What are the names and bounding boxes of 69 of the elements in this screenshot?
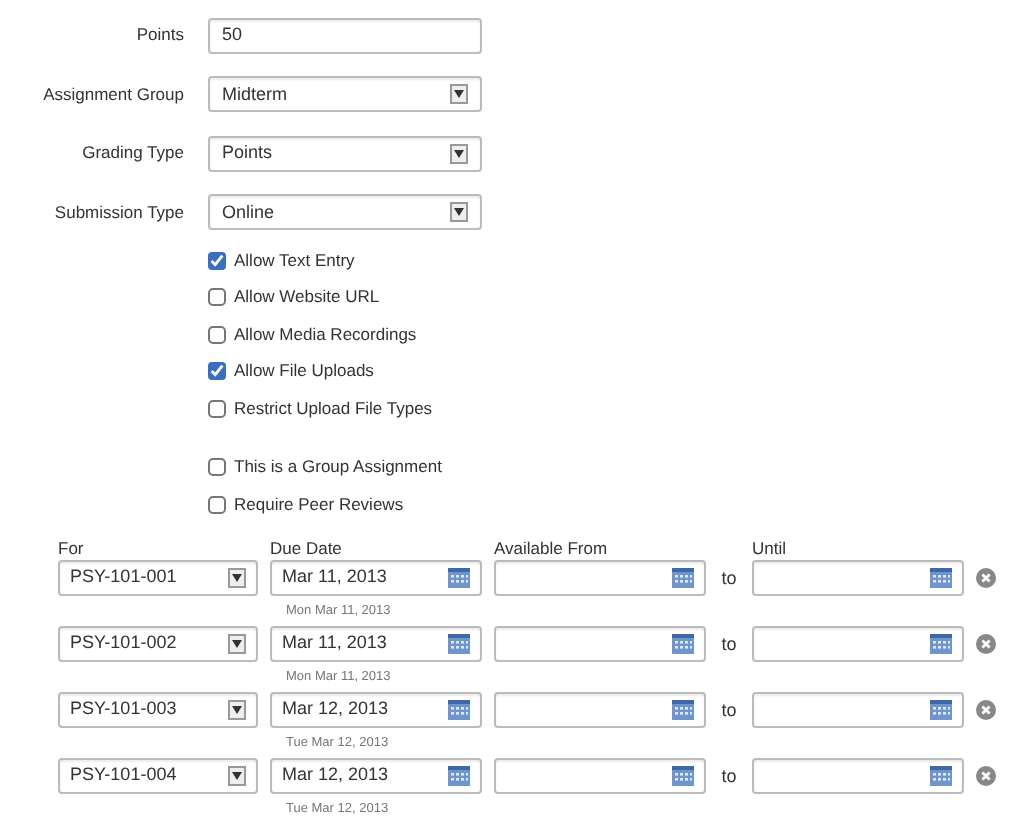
date-field[interactable] xyxy=(752,691,964,727)
dropdown[interactable]: Midterm xyxy=(208,76,482,113)
checkbox[interactable] xyxy=(208,362,226,381)
calendar-icon[interactable] xyxy=(448,765,470,785)
range-separator: to xyxy=(719,565,739,591)
calendar-icon[interactable] xyxy=(930,699,952,719)
field-label: Grading Type xyxy=(80,140,184,167)
date-field[interactable] xyxy=(494,559,706,595)
dropdown-arrow-icon[interactable] xyxy=(450,143,468,164)
column-header: Due Date xyxy=(270,537,342,557)
checkbox[interactable] xyxy=(208,399,226,418)
column-header: Available From xyxy=(494,537,608,557)
date-field[interactable]: Mar 11, 2013 xyxy=(270,559,482,595)
range-separator: to xyxy=(719,697,739,723)
checkbox[interactable] xyxy=(208,288,226,307)
calendar-icon[interactable] xyxy=(448,567,470,587)
checkbox-label: This is a Group Assignment xyxy=(234,454,442,481)
checkbox[interactable] xyxy=(208,495,226,514)
remove-icon[interactable] xyxy=(976,765,996,785)
checkbox[interactable] xyxy=(208,458,226,477)
date-field[interactable]: Mar 11, 2013 xyxy=(270,625,482,661)
dropdown[interactable]: Points xyxy=(208,135,482,172)
date-field[interactable]: Mar 12, 2013 xyxy=(270,691,482,727)
range-separator: to xyxy=(719,763,739,789)
calendar-icon[interactable] xyxy=(930,633,952,653)
calendar-icon[interactable] xyxy=(448,699,470,719)
checkbox-label: Allow Text Entry xyxy=(234,247,355,274)
checkbox-label: Allow File Uploads xyxy=(234,358,374,385)
remove-icon[interactable] xyxy=(976,699,996,719)
checkbox[interactable] xyxy=(208,251,226,270)
field-label: Points xyxy=(134,22,184,49)
dropdown-arrow-icon[interactable] xyxy=(450,84,468,105)
column-header: For xyxy=(58,537,84,557)
calendar-icon[interactable] xyxy=(672,567,694,587)
date-field[interactable] xyxy=(752,757,964,793)
section-dropdown[interactable]: PSY-101-002 xyxy=(58,625,258,661)
dropdown-arrow-icon[interactable] xyxy=(228,699,246,719)
dropdown-arrow-icon[interactable] xyxy=(228,633,246,653)
text-field[interactable]: 50 xyxy=(208,17,482,54)
range-separator: to xyxy=(719,631,739,657)
checkbox[interactable] xyxy=(208,325,226,344)
calendar-icon[interactable] xyxy=(448,633,470,653)
date-field[interactable] xyxy=(752,625,964,661)
date-field[interactable]: Mar 12, 2013 xyxy=(270,757,482,793)
calendar-icon[interactable] xyxy=(672,633,694,653)
dropdown-arrow-icon[interactable] xyxy=(228,567,246,587)
field-label: Submission Type xyxy=(52,199,184,226)
dropdown-arrow-icon[interactable] xyxy=(450,202,468,223)
calendar-icon[interactable] xyxy=(930,765,952,785)
remove-icon[interactable] xyxy=(976,567,996,587)
section-dropdown[interactable]: PSY-101-004 xyxy=(58,757,258,793)
checkbox-label: Restrict Upload File Types xyxy=(234,395,433,422)
column-header: Until xyxy=(752,537,787,557)
calendar-icon[interactable] xyxy=(672,765,694,785)
checkbox-label: Allow Website URL xyxy=(234,284,380,311)
calendar-icon[interactable] xyxy=(930,567,952,587)
checkbox-label: Require Peer Reviews xyxy=(234,491,404,518)
remove-icon[interactable] xyxy=(976,633,996,653)
date-field[interactable] xyxy=(494,691,706,727)
date-field[interactable] xyxy=(494,625,706,661)
date-field[interactable] xyxy=(752,559,964,595)
dropdown-arrow-icon[interactable] xyxy=(228,765,246,785)
calendar-icon[interactable] xyxy=(672,699,694,719)
section-dropdown[interactable]: PSY-101-003 xyxy=(58,691,258,727)
field-label: Assignment Group xyxy=(41,81,184,108)
dropdown[interactable]: Online xyxy=(208,194,482,231)
date-field[interactable] xyxy=(494,757,706,793)
section-dropdown[interactable]: PSY-101-001 xyxy=(58,559,258,595)
checkbox-label: Allow Media Recordings xyxy=(234,321,417,348)
